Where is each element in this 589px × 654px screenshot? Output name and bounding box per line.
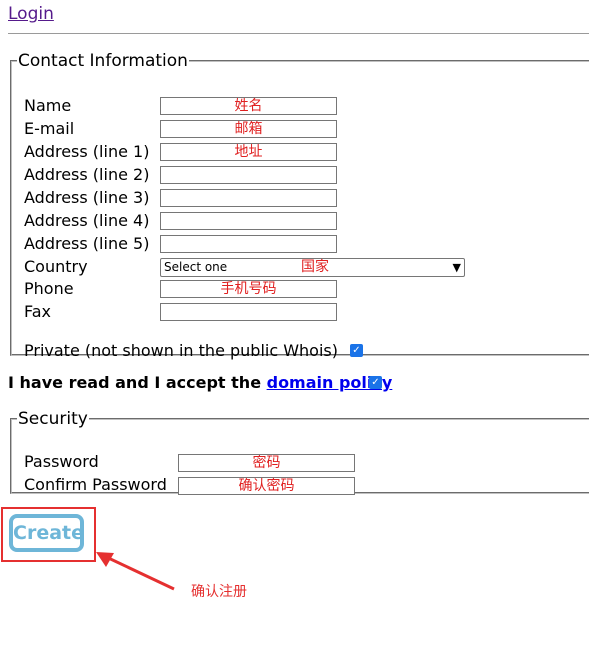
chevron-down-icon: ▼ xyxy=(452,261,461,274)
country-selected-value: Select one xyxy=(164,260,228,274)
login-link[interactable]: Login xyxy=(8,4,54,24)
address-line4-input[interactable] xyxy=(160,212,337,230)
divider xyxy=(8,33,589,34)
annotation-text: 确认注册 xyxy=(191,584,247,600)
address-line5-label: Address (line 5) xyxy=(24,234,150,253)
country-annotation: 国家 xyxy=(301,259,329,275)
address-line4-label: Address (line 4) xyxy=(24,211,150,230)
address-line3-label: Address (line 3) xyxy=(24,188,150,207)
address-line2-label: Address (line 2) xyxy=(24,165,150,184)
contact-information-fieldset: Contact Information Name 姓名 E-mail 邮箱 Ad… xyxy=(10,51,589,360)
private-checkbox[interactable]: ✓ xyxy=(350,344,363,357)
password-label: Password xyxy=(24,452,99,471)
policy-checkbox[interactable]: ✓ xyxy=(369,376,382,389)
name-input[interactable]: 姓名 xyxy=(160,97,337,115)
confirm-password-input[interactable]: 确认密码 xyxy=(178,477,355,495)
arrow-icon xyxy=(96,552,175,591)
policy-text: I have read and I accept the xyxy=(8,373,267,392)
email-label: E-mail xyxy=(24,119,75,138)
phone-label: Phone xyxy=(24,279,74,298)
contact-legend: Contact Information xyxy=(18,51,188,71)
address-line1-label: Address (line 1) xyxy=(24,142,150,161)
security-legend: Security xyxy=(18,409,88,429)
country-label: Country xyxy=(24,257,88,276)
address-line3-input[interactable] xyxy=(160,189,337,207)
country-select[interactable]: Select one 国家 ▼ xyxy=(160,258,465,277)
name-label: Name xyxy=(24,96,72,115)
address-line2-input[interactable] xyxy=(160,166,337,184)
confirm-password-label: Confirm Password xyxy=(24,475,167,494)
phone-input[interactable]: 手机号码 xyxy=(160,280,337,298)
address-line1-input[interactable]: 地址 xyxy=(160,143,337,161)
security-fieldset: Security Password 密码 Confirm Password 确认… xyxy=(10,409,589,495)
private-label: Private (not shown in the public Whois) xyxy=(24,341,338,360)
password-input[interactable]: 密码 xyxy=(178,454,355,472)
fax-input[interactable] xyxy=(160,303,337,321)
policy-accept: I have read and I accept the domain poli… xyxy=(8,372,392,394)
address-line5-input[interactable] xyxy=(160,235,337,253)
email-input[interactable]: 邮箱 xyxy=(160,120,337,138)
fax-label: Fax xyxy=(24,302,52,321)
highlight-box xyxy=(1,507,96,562)
